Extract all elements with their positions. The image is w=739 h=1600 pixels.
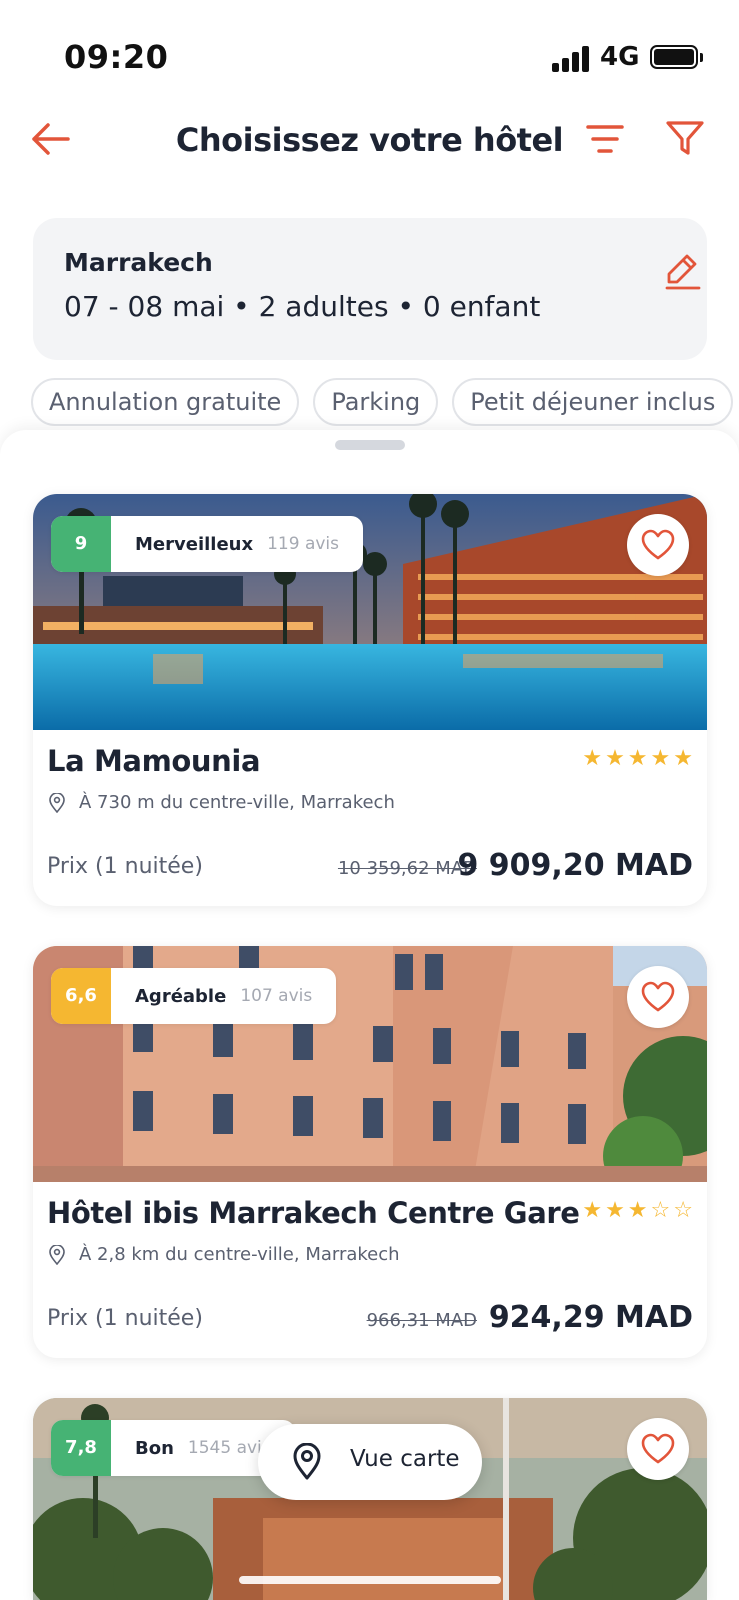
status-bar: 09:20 4G xyxy=(0,0,739,110)
star-icon: ★ xyxy=(582,1198,603,1223)
hotel-name[interactable]: La Mamounia xyxy=(47,744,261,778)
hotel-photo: 6,6 Agréable 107 avis xyxy=(33,946,707,1182)
chip-parking[interactable]: Parking xyxy=(313,378,439,426)
chip-breakfast-included[interactable]: Petit déjeuner inclus xyxy=(452,378,734,426)
current-price: 9 909,20 MAD xyxy=(457,848,693,883)
map-pin-icon xyxy=(293,1443,321,1480)
location-text: À 2,8 km du centre-ville, Marrakech xyxy=(79,1244,400,1265)
pencil-icon[interactable] xyxy=(663,250,703,290)
star-icon: ★ xyxy=(605,1198,625,1223)
location-text: À 730 m du centre-ville, Marrakech xyxy=(79,792,395,813)
star-outline-icon: ☆ xyxy=(673,1198,693,1223)
heart-icon xyxy=(641,1433,675,1464)
rating-score: 9 xyxy=(51,516,111,572)
rating-score: 7,8 xyxy=(51,1420,111,1476)
star-icon: ★ xyxy=(650,746,671,771)
page-title: Choisissez votre hôtel xyxy=(175,121,564,159)
stay-details: 07 - 08 mai • 2 adultes • 0 enfant xyxy=(64,290,541,323)
rating-label: Bon xyxy=(135,1437,174,1459)
star-icon: ★ xyxy=(627,746,648,771)
signal-icon xyxy=(552,44,592,72)
star-icon: ★ xyxy=(605,746,625,771)
map-view-button[interactable]: Vue carte xyxy=(258,1424,482,1500)
heart-icon xyxy=(641,981,675,1012)
top-app-bar: Choisissez votre hôtel xyxy=(0,105,739,175)
star-rating: ★ ★ ★ ★ ★ xyxy=(582,746,693,772)
original-price: 966,31 MAD xyxy=(366,1310,477,1331)
rating-label: Agréable xyxy=(135,985,227,1007)
network-label: 4G xyxy=(600,42,640,72)
rating-label: Merveilleux xyxy=(135,533,254,555)
star-rating: ★ ★ ★ ☆ ☆ xyxy=(582,1198,693,1224)
favorite-heart-button[interactable] xyxy=(627,1418,689,1480)
filter-icon[interactable] xyxy=(664,117,706,159)
hotel-location: À 730 m du centre-ville, Marrakech xyxy=(49,792,395,813)
destination-city: Marrakech xyxy=(64,248,213,277)
hotel-card[interactable]: 9 Merveilleux 119 avis La Mamounia ★ ★ ★ ★ ★… xyxy=(33,494,707,906)
current-price: 924,29 MAD xyxy=(488,1300,693,1335)
search-summary-card[interactable]: Marrakech 07 - 08 mai • 2 adultes • 0 en… xyxy=(33,218,707,360)
location-pin-icon xyxy=(49,1244,65,1265)
hotel-photo: 9 Merveilleux 119 avis xyxy=(33,494,707,730)
rating-badge: 9 Merveilleux 119 avis xyxy=(51,516,364,572)
star-icon: ★ xyxy=(627,1198,648,1223)
chip-free-cancellation[interactable]: Annulation gratuite xyxy=(31,378,300,426)
rating-badge: 6,6 Agréable 107 avis xyxy=(51,968,337,1024)
star-icon: ★ xyxy=(582,746,603,771)
favorite-heart-button[interactable] xyxy=(627,514,689,576)
sort-icon[interactable] xyxy=(584,119,626,159)
heart-icon xyxy=(641,529,675,560)
price-label: Prix (1 nuitée) xyxy=(47,1306,203,1331)
original-price: 10 359,62 MAD xyxy=(337,858,477,879)
star-icon: ★ xyxy=(673,746,693,771)
map-view-label: Vue carte xyxy=(350,1446,460,1472)
location-pin-icon xyxy=(49,792,65,813)
home-indicator[interactable] xyxy=(239,1576,501,1584)
status-time: 09:20 xyxy=(64,38,169,76)
hotel-card[interactable]: 6,6 Agréable 107 avis Hôtel ibis Marrake… xyxy=(33,946,707,1358)
rating-score: 6,6 xyxy=(51,968,111,1024)
hotel-location: À 2,8 km du centre-ville, Marrakech xyxy=(49,1244,400,1265)
filter-chips: Annulation gratuite Parking Petit déjeun… xyxy=(31,378,739,428)
sheet-drag-handle[interactable] xyxy=(335,440,405,450)
price-label: Prix (1 nuitée) xyxy=(47,854,203,879)
review-count: 119 avis xyxy=(267,534,340,554)
hotel-name[interactable]: Hôtel ibis Marrakech Centre Gare xyxy=(47,1196,580,1230)
battery-full-icon xyxy=(650,45,703,69)
star-outline-icon: ☆ xyxy=(650,1198,671,1223)
favorite-heart-button[interactable] xyxy=(627,966,689,1028)
review-count: 107 avis xyxy=(240,986,313,1006)
